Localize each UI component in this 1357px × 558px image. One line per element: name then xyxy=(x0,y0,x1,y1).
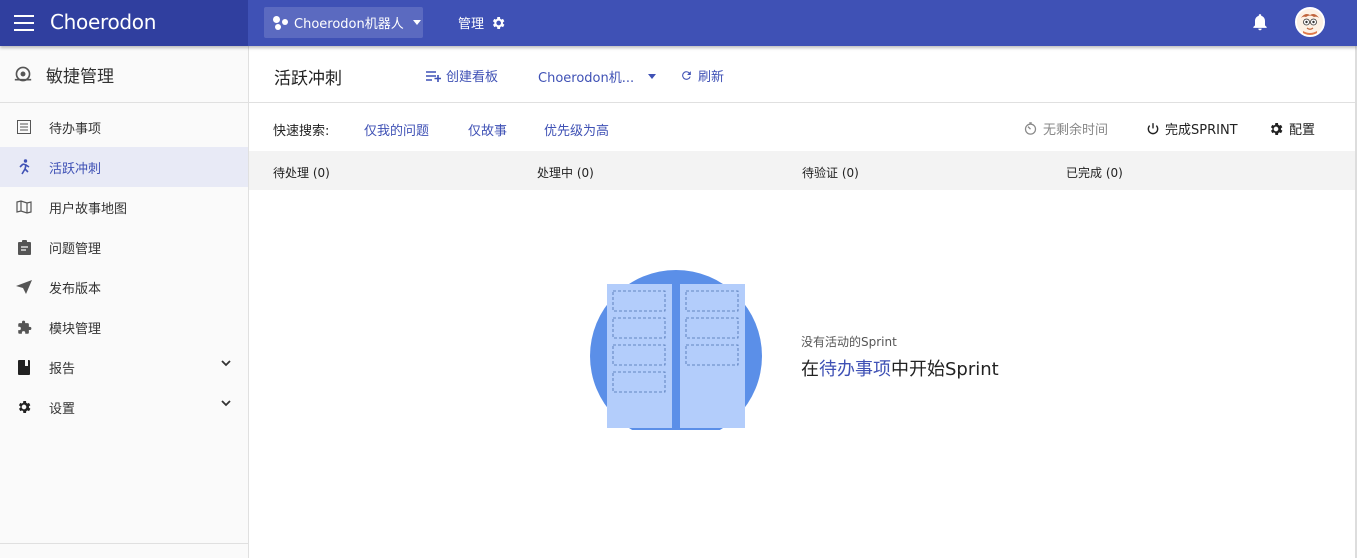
power-icon xyxy=(1147,122,1159,134)
sidebar-footer-divider xyxy=(0,543,248,544)
sidebar-item-release[interactable]: 发布版本 xyxy=(0,267,248,307)
list-icon xyxy=(15,118,33,136)
empty-state-suffix: 中开始Sprint xyxy=(891,359,999,380)
project-selector[interactable]: Choerodon机器人 xyxy=(264,7,423,38)
project-icon xyxy=(273,15,289,30)
config-label: 配置 xyxy=(1289,123,1316,138)
sidebar-item-label: 用户故事地图 xyxy=(49,201,128,217)
no-time-left-label: 无剩余时间 xyxy=(1043,123,1109,138)
sidebar-item-label: 发布版本 xyxy=(49,281,102,297)
sidebar-menu: 待办事项 活跃冲刺 用户故事地图 问题管理 发布版本 模块管理 报告 设置 xyxy=(0,103,248,427)
caret-down-icon xyxy=(412,20,421,25)
column-to-verify: 待验证 (0) xyxy=(802,166,859,180)
empty-state-prefix: 在 xyxy=(801,359,819,380)
top-navbar: Choerodon Choerodon机器人 管理 xyxy=(0,0,1357,46)
complete-sprint-button[interactable]: 完成SPRINT xyxy=(1146,119,1238,138)
sidebar-item-story-map[interactable]: 用户故事地图 xyxy=(0,187,248,227)
map-icon xyxy=(15,198,33,216)
sidebar-item-label: 活跃冲刺 xyxy=(49,161,102,177)
playlist-add-icon xyxy=(426,70,441,82)
create-board-button[interactable]: 创建看板 xyxy=(426,66,498,85)
column-todo: 待处理 (0) xyxy=(273,166,330,180)
sidebar-item-reports[interactable]: 报告 xyxy=(0,347,248,387)
refresh-label: 刷新 xyxy=(698,70,725,85)
config-button[interactable]: 配置 xyxy=(1268,119,1315,138)
gear-icon xyxy=(15,398,33,416)
quick-search-label: 快速搜索: xyxy=(273,124,330,139)
board-selector[interactable]: Choerodon机... xyxy=(538,67,657,86)
filter-high-priority[interactable]: 优先级为高 xyxy=(544,120,609,139)
avatar-image-icon xyxy=(1297,9,1323,35)
refresh-icon xyxy=(682,71,691,80)
project-name: Choerodon机器人 xyxy=(294,17,404,32)
sidebar-section-title: 敏捷管理 xyxy=(46,66,114,87)
no-time-left: 无剩余时间 xyxy=(1023,119,1108,138)
empty-board-illustration xyxy=(590,270,762,442)
sidebar-header: 敏捷管理 xyxy=(0,46,248,103)
sidebar-item-label: 报告 xyxy=(49,361,76,377)
caret-down-icon xyxy=(648,74,657,79)
agile-icon xyxy=(14,66,32,82)
filter-my-issues[interactable]: 仅我的问题 xyxy=(364,120,429,139)
chevron-down-icon xyxy=(221,360,231,367)
sidebar-item-active-sprint[interactable]: 活跃冲刺 xyxy=(0,147,248,187)
sidebar-item-label: 模块管理 xyxy=(49,321,102,337)
empty-state-message: 在待办事项中开始Sprint xyxy=(801,355,999,381)
book-icon xyxy=(15,358,33,376)
empty-state-subtitle: 没有活动的Sprint xyxy=(801,335,897,349)
page-header: 活跃冲刺 创建看板 Choerodon机... 刷新 xyxy=(249,46,1357,103)
quick-search-bar: 快速搜索: 仅我的问题 仅故事 优先级为高 无剩余时间 完成SPRINT 配置 xyxy=(249,104,1357,151)
hamburger-menu-icon[interactable] xyxy=(14,14,34,32)
send-icon xyxy=(15,278,33,296)
manage-button[interactable]: 管理 xyxy=(458,13,506,32)
manage-label: 管理 xyxy=(458,17,485,32)
sidebar-item-issues[interactable]: 问题管理 xyxy=(0,227,248,267)
create-board-label: 创建看板 xyxy=(446,70,499,85)
column-in-progress: 处理中 (0) xyxy=(537,166,594,180)
board-column-headers: 待处理 (0) 处理中 (0) 待验证 (0) 已完成 (0) xyxy=(249,151,1357,190)
chevron-down-icon xyxy=(221,400,231,407)
gear-icon xyxy=(1270,122,1283,135)
timer-icon xyxy=(1024,122,1037,135)
sidebar: 敏捷管理 待办事项 活跃冲刺 用户故事地图 问题管理 发布版本 模块管理 报告 … xyxy=(0,46,249,558)
filter-stories-only[interactable]: 仅故事 xyxy=(468,120,507,139)
page-title: 活跃冲刺 xyxy=(274,69,342,89)
backlog-link[interactable]: 待办事项 xyxy=(819,359,891,380)
sidebar-item-label: 设置 xyxy=(49,401,76,417)
notification-bell-icon[interactable] xyxy=(1250,12,1270,36)
complete-sprint-label: 完成SPRINT xyxy=(1165,123,1238,138)
sidebar-item-backlog[interactable]: 待办事项 xyxy=(0,107,248,147)
column-done: 已完成 (0) xyxy=(1066,166,1123,180)
sidebar-item-settings[interactable]: 设置 xyxy=(0,387,248,427)
refresh-button[interactable]: 刷新 xyxy=(680,66,724,85)
brand-zone: Choerodon xyxy=(0,0,248,46)
clipboard-icon xyxy=(15,238,33,256)
user-avatar[interactable] xyxy=(1295,7,1325,37)
brand-logo[interactable]: Choerodon xyxy=(50,10,156,34)
sidebar-item-label: 待办事项 xyxy=(49,121,102,137)
run-icon xyxy=(15,158,33,176)
gear-icon xyxy=(492,16,505,29)
puzzle-icon xyxy=(15,318,33,336)
board-selector-value: Choerodon机... xyxy=(538,71,635,86)
sidebar-item-label: 问题管理 xyxy=(49,241,102,257)
sidebar-item-modules[interactable]: 模块管理 xyxy=(0,307,248,347)
